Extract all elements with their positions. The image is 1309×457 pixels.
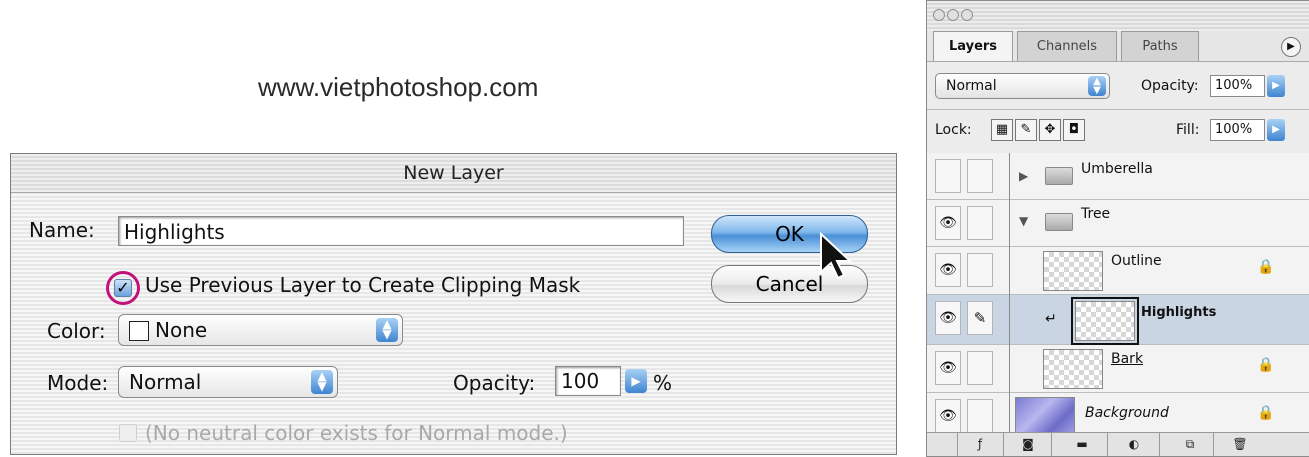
- layer-thumbnail: [1043, 349, 1103, 389]
- opacity-label: Opacity:: [453, 371, 536, 395]
- mode-label: Mode:: [47, 371, 109, 395]
- tab-paths[interactable]: Paths: [1121, 31, 1199, 61]
- layers-palette: Layers Channels Paths ▶ Normal ▲ ▼ Opacit…: [926, 0, 1309, 457]
- link-toggle[interactable]: [967, 351, 993, 385]
- stepper-arrows-icon: ▲ ▼: [1088, 76, 1106, 96]
- percent-sign: %: [653, 371, 673, 395]
- watermark-text: www.vietphotoshop.com: [258, 72, 539, 102]
- new-layer-icon[interactable]: ⧉: [1181, 436, 1199, 452]
- link-toggle[interactable]: [967, 206, 993, 240]
- mode-select-value: Normal: [129, 370, 202, 394]
- lock-transparency-icon[interactable]: ▦: [991, 119, 1013, 141]
- brush-icon[interactable]: ✎: [967, 301, 993, 335]
- lock-icon: 🔒: [1257, 357, 1275, 373]
- separator: [1003, 433, 1004, 456]
- zoom-window-icon[interactable]: [961, 9, 973, 21]
- layer-thumbnail: [1071, 297, 1139, 345]
- layer-row-tree[interactable]: 👁 ▼ Tree: [927, 200, 1309, 247]
- layer-row-umberella[interactable]: ▶ Umberella: [927, 153, 1309, 200]
- palette-bottom-bar: ƒ ◙ ▬ ◐ ⧉ 🗑: [927, 432, 1309, 456]
- minimize-window-icon[interactable]: [947, 9, 959, 21]
- fill-input[interactable]: 100%: [1210, 119, 1265, 141]
- clipping-mask-label: Use Previous Layer to Create Clipping Ma…: [145, 273, 581, 297]
- lock-all-icon[interactable]: ◘: [1063, 119, 1085, 141]
- link-toggle[interactable]: [967, 399, 993, 433]
- eye-icon[interactable]: 👁: [935, 351, 961, 385]
- folder-icon: [1045, 167, 1073, 185]
- separator: [1051, 433, 1052, 456]
- clipping-mask-checkbox[interactable]: ✓: [114, 279, 132, 297]
- name-input[interactable]: Highlights: [118, 216, 684, 246]
- neutral-color-label: (No neutral color exists for Normal mode…: [145, 421, 568, 445]
- close-window-icon[interactable]: [933, 9, 945, 21]
- name-label: Name:: [29, 218, 95, 242]
- eye-icon[interactable]: 👁: [935, 399, 961, 433]
- new-group-icon[interactable]: ▬: [1073, 436, 1091, 452]
- color-select-value: None: [155, 318, 208, 342]
- lock-icon: 🔒: [1257, 259, 1275, 275]
- opacity-arrow-icon[interactable]: ▶: [1267, 75, 1285, 97]
- eye-icon[interactable]: 👁: [935, 206, 961, 240]
- column-divider: [1009, 153, 1010, 433]
- clipping-arrow-icon: ↵: [1045, 311, 1057, 327]
- layer-thumbnail: [1015, 397, 1075, 437]
- separator: [1213, 433, 1214, 456]
- layer-name: Tree: [1081, 206, 1111, 222]
- disclosure-collapsed-icon[interactable]: ▶: [1019, 169, 1028, 183]
- dialog-title: New Layer: [11, 154, 896, 193]
- layers-list: ▶ Umberella 👁 ▼ Tree 👁 Outline 🔒 👁 ✎ ↵ H…: [927, 153, 1309, 441]
- palette-opacity-input[interactable]: 100%: [1210, 75, 1265, 97]
- layer-row-outline[interactable]: 👁 Outline 🔒: [927, 247, 1309, 295]
- color-label: Color:: [47, 319, 106, 343]
- opacity-slider-arrow-icon[interactable]: ▶: [625, 369, 647, 393]
- layer-name: Highlights: [1141, 305, 1217, 320]
- lock-image-icon[interactable]: ✎: [1015, 119, 1037, 141]
- mouse-cursor-icon: [820, 232, 853, 280]
- new-layer-dialog: New Layer Name: Highlights OK Cancel ✓ U…: [10, 153, 897, 455]
- layer-thumbnail: [1043, 251, 1103, 291]
- lock-position-icon[interactable]: ✥: [1039, 119, 1061, 141]
- layer-name: Background: [1085, 405, 1169, 421]
- blend-mode-value: Normal: [946, 78, 997, 94]
- lock-label: Lock:: [935, 122, 972, 138]
- trash-icon[interactable]: 🗑: [1231, 436, 1249, 452]
- neutral-color-checkbox: [119, 424, 137, 442]
- palette-opacity-label: Opacity:: [1141, 78, 1199, 94]
- add-mask-icon[interactable]: ◙: [1019, 436, 1037, 452]
- color-select[interactable]: None ▲ ▼: [118, 314, 403, 346]
- layer-name: Bark: [1111, 351, 1144, 367]
- link-toggle[interactable]: [967, 159, 993, 193]
- eye-icon[interactable]: 👁: [935, 253, 961, 287]
- blend-mode-select[interactable]: Normal ▲ ▼: [935, 73, 1110, 99]
- lock-icon: 🔒: [1257, 405, 1275, 421]
- color-swatch: [129, 321, 149, 341]
- separator: [957, 433, 958, 456]
- layer-name: Outline: [1111, 253, 1162, 269]
- separator: [1107, 433, 1108, 456]
- opacity-input[interactable]: 100: [555, 366, 621, 396]
- layer-row-highlights[interactable]: 👁 ✎ ↵ Highlights: [927, 295, 1309, 345]
- folder-icon: [1045, 213, 1073, 231]
- layer-row-bark[interactable]: 👁 Bark 🔒: [927, 345, 1309, 393]
- eye-icon[interactable]: 👁: [935, 301, 961, 335]
- separator: [1159, 433, 1160, 456]
- mode-select[interactable]: Normal ▲ ▼: [118, 366, 338, 398]
- fill-arrow-icon[interactable]: ▶: [1267, 119, 1285, 141]
- tab-layers[interactable]: Layers: [933, 31, 1013, 61]
- stepper-arrows-icon: ▲ ▼: [311, 370, 333, 394]
- stepper-arrows-icon: ▲ ▼: [376, 318, 398, 342]
- fill-label: Fill:: [1176, 122, 1200, 138]
- layer-name: Umberella: [1081, 161, 1153, 177]
- link-toggle[interactable]: [967, 253, 993, 287]
- palette-menu-icon[interactable]: ▶: [1281, 37, 1301, 57]
- adjustment-layer-icon[interactable]: ◐: [1125, 436, 1143, 452]
- layer-style-icon[interactable]: ƒ: [971, 436, 989, 452]
- visibility-toggle[interactable]: [935, 159, 961, 193]
- disclosure-expanded-icon[interactable]: ▼: [1019, 214, 1028, 228]
- tab-channels[interactable]: Channels: [1017, 31, 1117, 61]
- palette-titlebar: [927, 1, 1309, 31]
